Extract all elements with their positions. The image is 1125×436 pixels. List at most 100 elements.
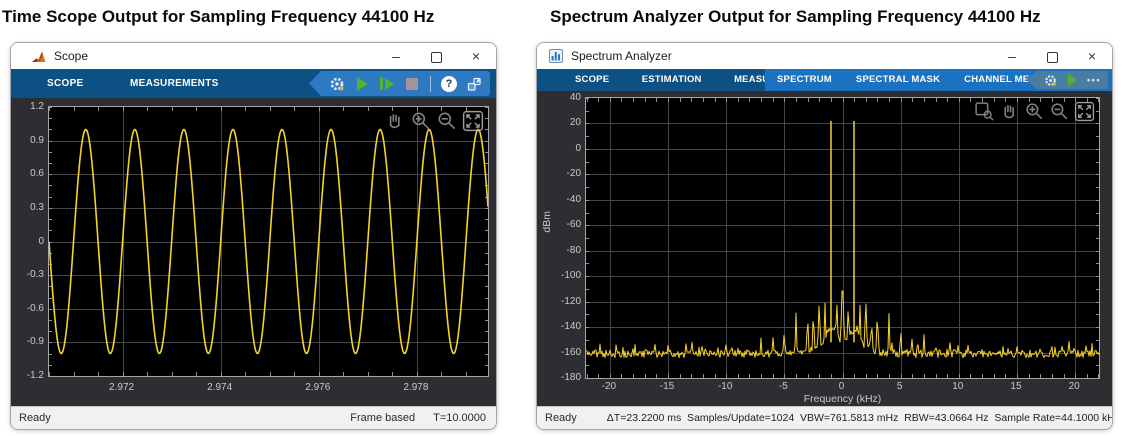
close-button[interactable]: × [1072,43,1112,69]
time-scope-axes [48,106,489,377]
run-button[interactable] [352,74,372,94]
simulation-settings-icon[interactable] [1041,72,1059,88]
toolbar-divider [430,75,431,92]
status-frame-mode: Frame based [350,412,416,424]
zoom-out-icon[interactable] [436,110,458,132]
status-ready: Ready [545,412,577,424]
tab-scope[interactable]: SCOPE [561,69,623,91]
window-title: Scope [54,49,89,63]
zoom-in-icon[interactable] [1024,101,1045,122]
spectrum-statusbar: Ready ΔT=23.2200 ms Samples/Update=1024 … [537,406,1112,429]
pan-icon[interactable] [999,101,1020,122]
tab-estimation[interactable]: ESTIMATION [628,69,716,91]
tick-label: 2.976 [305,382,331,393]
scope-titlebar: Scope – × [11,43,496,69]
run-button[interactable] [1063,72,1081,88]
tab-spectrum[interactable]: SPECTRUM [765,69,844,91]
tick-label: -180 [560,372,581,383]
tick-label: -20 [566,168,581,180]
fit-to-view-icon[interactable] [462,110,484,132]
tick-label: 0 [38,235,44,247]
stop-button[interactable] [402,74,422,94]
tick-label: -80 [566,244,581,256]
tick-label: -10 [717,381,733,392]
status-sim-time: T=10.0000 [433,412,486,424]
maximize-button[interactable] [416,43,456,69]
tab-scope[interactable]: SCOPE [47,69,84,98]
help-icon: ? [441,75,457,92]
window-controls: – × [992,43,1112,69]
spectrum-canvas [586,98,1099,378]
tick-label: 2.974 [207,382,233,393]
tick-label: 1.2 [30,101,44,112]
maximize-icon [430,51,442,63]
tick-label: 20 [1068,381,1080,392]
status-details: ΔT=23.2200 ms Samples/Update=1024 VBW=76… [606,412,1112,424]
tick-label: 15 [1010,381,1022,392]
minimize-button[interactable]: – [992,43,1032,69]
spectrum-plot-region: dBm Frequency (kHz) 40 20 0 -20 -40 -60 -80 -10… [537,91,1112,407]
plot-tools-overlay [974,101,1095,122]
zoom-in-icon[interactable] [410,110,432,132]
run-icon [356,76,368,91]
tick-label: 10 [952,381,964,392]
simulation-settings-icon[interactable] [327,74,347,94]
matlab-logo-icon [32,51,46,62]
spectrum-titlebar: Spectrum Analyzer – × [537,43,1112,69]
tick-label: 2.972 [109,382,135,393]
tick-label: -15 [659,381,675,392]
window-title: Spectrum Analyzer [571,49,672,63]
time-scope-heading: Time Scope Output for Sampling Frequency… [2,7,435,26]
scope-toolstrip: SCOPE MEASUREMENTS ? [11,69,496,98]
zoom-out-icon[interactable] [1049,101,1070,122]
scope-plot-region: 1.2 0.9 0.6 0.3 0 -0.3 -0.6 -0.9 -1.2 2.972 2.974 2… [11,98,496,407]
tick-label: -5 [778,381,788,392]
pan-icon[interactable] [384,110,406,132]
tick-label: -120 [560,295,581,307]
quick-actions-toolbar: ? [309,71,490,96]
tick-label: -160 [560,346,581,358]
tick-label: -0.3 [26,269,44,281]
spectrum-analyzer-heading: Spectrum Analyzer Output for Sampling Fr… [550,7,1041,26]
tick-label: -0.6 [26,302,44,314]
fit-to-view-icon[interactable] [1074,101,1095,122]
tick-label: -20 [601,381,617,392]
tick-label: 40 [569,92,581,103]
tick-label: 0.3 [30,201,44,213]
spectrum-analyzer-window: Spectrum Analyzer – × SCOPE ESTIMATION M… [536,42,1113,430]
tick-label: -100 [560,270,581,282]
scope-statusbar: Ready Frame based T=10.0000 [11,406,496,429]
window-controls: – × [376,43,496,69]
tick-label: 0 [838,381,845,392]
step-forward-triangle [385,77,394,90]
tab-spectral-mask[interactable]: SPECTRAL MASK [844,69,952,91]
spectrum-toolstrip: SCOPE ESTIMATION MEASUREMENTS SPECTRUM S… [537,69,1112,91]
ellipsis-icon: ••• [1087,75,1101,85]
maximize-button[interactable] [1032,43,1072,69]
scope-window: Scope – × SCOPE MEASUREMENTS ? 1.2 0.9 0… [10,42,497,430]
run-icon [1067,74,1077,86]
tick-label: -0.9 [26,336,44,348]
status-ready: Ready [19,412,51,424]
quick-actions-toolbar: ••• [1026,71,1108,89]
tick-label: 0.9 [30,134,44,146]
tick-label: 0 [575,142,581,154]
help-button[interactable]: ? [439,74,459,94]
dock-button[interactable] [464,74,484,94]
close-button[interactable]: × [456,43,496,69]
zoom-box-icon[interactable] [974,101,995,122]
tick-label: -40 [566,193,581,205]
minimize-button[interactable]: – [376,43,416,69]
y-axis-label: dBm [541,211,553,233]
stop-icon [406,77,418,90]
x-axis-label: Frequency (kHz) [803,393,882,405]
step-forward-button[interactable] [377,74,397,94]
step-forward-icon [380,77,383,90]
tick-label: 5 [896,381,903,392]
spectrum-axes [585,97,1100,379]
maximize-icon [1046,51,1058,63]
spectrum-analyzer-logo-icon [549,49,563,63]
desktop: Time Scope Output for Sampling Frequency… [0,0,1125,436]
more-options-button[interactable]: ••• [1085,72,1103,88]
tab-measurements[interactable]: MEASUREMENTS [130,69,219,98]
